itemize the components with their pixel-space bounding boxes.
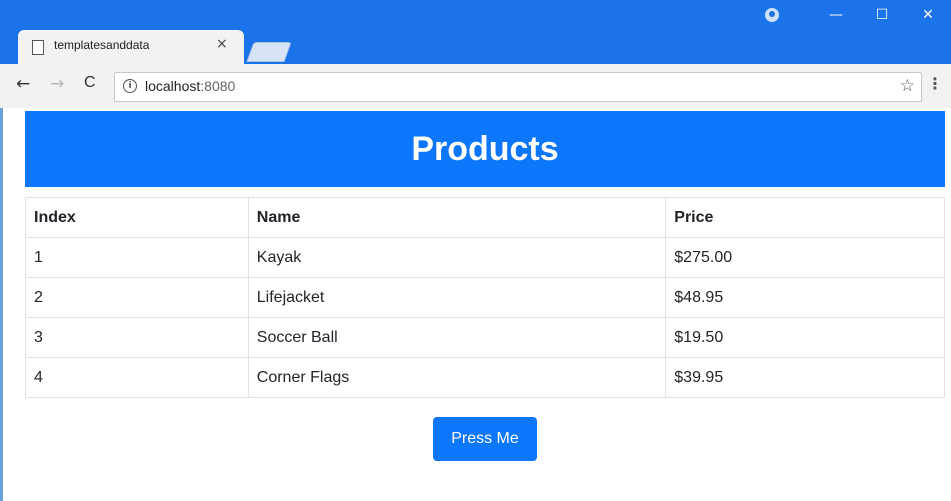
url-port: :8080 — [200, 78, 236, 94]
info-icon[interactable]: i — [123, 79, 137, 93]
cell-price: $48.95 — [665, 277, 945, 318]
address-bar[interactable]: i localhost:8080 ☆ — [114, 72, 922, 102]
window-controls: — ☐ ✕ — [813, 0, 951, 30]
table-row: 4 Corner Flags $39.95 — [25, 357, 945, 398]
table-header-row: Index Name Price — [25, 197, 945, 238]
table-row: 2 Lifejacket $48.95 — [25, 277, 945, 318]
maximize-icon[interactable]: ☐ — [859, 0, 905, 30]
url-text[interactable]: localhost:8080 — [145, 78, 235, 94]
table-row: 1 Kayak $275.00 — [25, 237, 945, 278]
reload-icon[interactable]: C — [84, 74, 96, 92]
cell-name: Kayak — [247, 237, 667, 278]
table-row: 3 Soccer Ball $19.50 — [25, 317, 945, 358]
url-host: localhost — [145, 78, 201, 94]
cell-index: 4 — [25, 357, 249, 398]
page-icon — [32, 40, 44, 55]
products-table: Index Name Price 1 Kayak $275.00 2 Lifej… — [25, 197, 945, 398]
cell-name: Lifejacket — [247, 277, 667, 318]
new-tab-icon[interactable] — [246, 42, 292, 62]
cell-name: Soccer Ball — [247, 317, 667, 358]
forward-arrow-icon[interactable]: → — [50, 74, 64, 94]
press-me-button[interactable]: Press Me — [433, 417, 537, 461]
column-header-name: Name — [247, 197, 667, 238]
title-bar: templatesanddata × — ☐ ✕ — [0, 0, 951, 64]
cell-price: $19.50 — [665, 317, 945, 358]
menu-icon[interactable]: ⋮ — [927, 74, 943, 93]
cell-price: $39.95 — [665, 357, 945, 398]
tab-close-icon[interactable]: × — [216, 36, 228, 52]
bookmark-star-icon[interactable]: ☆ — [900, 76, 915, 96]
profile-icon[interactable] — [765, 8, 779, 22]
cell-index: 2 — [25, 277, 249, 318]
cell-index: 1 — [25, 237, 249, 278]
page-content: Products Index Name Price 1 Kayak $275.0… — [0, 108, 951, 501]
browser-window: templatesanddata × — ☐ ✕ ← → C i localho… — [0, 0, 951, 501]
back-arrow-icon[interactable]: ← — [16, 74, 30, 94]
browser-toolbar: ← → C i localhost:8080 ☆ ⋮ — [0, 64, 951, 109]
tab-title: templatesanddata — [54, 38, 150, 52]
close-window-icon[interactable]: ✕ — [905, 0, 951, 30]
column-header-price: Price — [665, 197, 945, 238]
page-title: Products — [25, 111, 945, 187]
minimize-icon[interactable]: — — [813, 0, 859, 30]
tab-templatesanddata[interactable]: templatesanddata × — [18, 30, 244, 64]
cell-name: Corner Flags — [247, 357, 667, 398]
cell-price: $275.00 — [665, 237, 945, 278]
cell-index: 3 — [25, 317, 249, 358]
column-header-index: Index — [25, 197, 249, 238]
